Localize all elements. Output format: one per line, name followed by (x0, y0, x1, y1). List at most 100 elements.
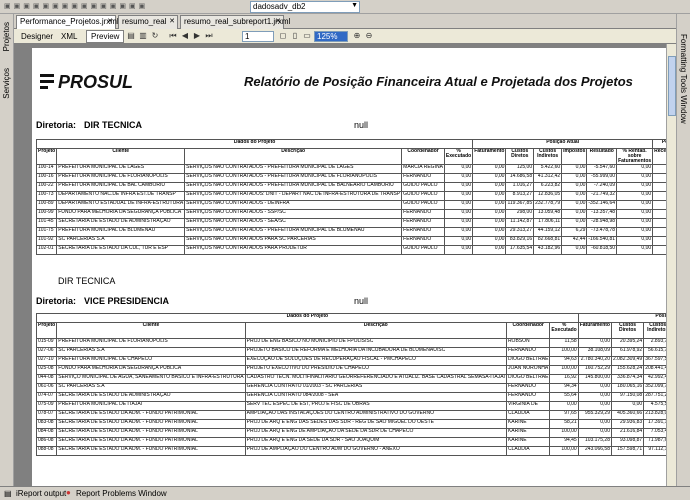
save-icon[interactable]: ▤ (126, 31, 136, 41)
formatting-tools-tab[interactable]: Formatting Tools Window (679, 34, 688, 124)
table-cell: ROBSON (505, 338, 551, 348)
scrollbar-thumb[interactable] (668, 56, 676, 116)
table-cell: 6,29 (561, 227, 588, 237)
report-problems-tab[interactable]: Report Problems Window (76, 489, 167, 498)
table-cell: SERVIÇOS NAO CONTRATADOS: DNIT - DEPART … (184, 191, 403, 201)
xml-button[interactable]: XML (56, 30, 82, 43)
table-cell: 0,00 (577, 383, 612, 393)
table-cell: AMPLIAÇÃO DAS INSTALAÇÕES DO CENTRO ADMI… (244, 410, 507, 420)
table-cell: 0,00 (472, 218, 507, 228)
vertical-scrollbar[interactable] (666, 44, 676, 486)
column-header: Cliente (56, 148, 186, 165)
table-cell: 208.441,48 (643, 365, 666, 375)
table-cell: PROJ DE ARQ E ENG DAS SEDES DAS SDR - RE… (244, 419, 507, 429)
toolbar-icons[interactable]: ▣▣▣▣▣▣▣▣▣▣▣▣▣▣▣ (4, 2, 224, 12)
table-cell: 125,00 (505, 164, 535, 174)
table-cell (652, 236, 666, 246)
datasource-combo[interactable]: dadosadv_db2 ▼ (250, 1, 360, 13)
table-cell: 0,00 (616, 182, 654, 192)
table-cell: 027-10 (35, 356, 58, 366)
table-cell (652, 164, 666, 174)
table-cell: FERNANDO (401, 173, 445, 183)
tab-resumo-real[interactable]: resumo_real ✕ (118, 15, 178, 29)
zoom-combo[interactable]: 125% (314, 31, 348, 42)
table-cell: SECRETARIA DE ESTADO DE ADMINISTRAÇÃO (56, 218, 186, 228)
table-cell: 102-01 (35, 245, 58, 255)
last-page-icon[interactable]: ⏭ (204, 31, 214, 41)
table-cell: 101-75 (35, 227, 58, 237)
table-cell: PREFEITURA MUNICIPAL DE BLUMENAU (56, 227, 186, 237)
tab-performance-projetos[interactable]: Performance_Projetos.jrxml ✕ (16, 15, 119, 29)
table-cell: 0,00 (577, 428, 612, 438)
services-panel-tab[interactable]: Serviços (2, 68, 11, 99)
table-cell: SERVIÇOS NAO CONTRATADOS - PREFEITURA MU… (184, 227, 403, 237)
next-page-icon[interactable]: ▶ (192, 31, 202, 41)
close-icon[interactable]: ✕ (169, 17, 175, 25)
column-header: Coordenador (505, 322, 551, 339)
table-cell: 100-14 (35, 164, 58, 174)
table-cell: 82.668,81 (533, 236, 563, 246)
chevron-down-icon[interactable]: ▼ (351, 2, 358, 9)
report-preview-canvas[interactable]: PROSUL Relatório de Posição Financeira A… (14, 44, 666, 486)
table-cell: FERNANDO (401, 218, 445, 228)
preview-button[interactable]: Preview (86, 30, 125, 43)
table-cell: FUNDO PARA MELHORIA DA SEGURANÇA PUBLICA (56, 209, 186, 219)
table-cell: FERNANDO (401, 236, 445, 246)
table-cell: 101-45 (35, 218, 58, 228)
datasource-value: dadosadv_db2 (253, 2, 306, 11)
output-icon: ▤ (4, 489, 12, 498)
group-header-dados: Dados do Projeto (35, 139, 474, 149)
previous-page-icon[interactable]: ◀ (180, 31, 190, 41)
table-cell: 0,00 (472, 227, 507, 237)
first-page-icon[interactable]: ⏮ (168, 31, 178, 41)
table-cell: EXECUÇÃO DE SOLUÇÕES DE RECUPERAÇÃO FISC… (244, 356, 507, 366)
table-cell: JOAN NORONHA (505, 365, 551, 375)
table-cell: 100-73 (35, 191, 58, 201)
table-cell: 0,00 (443, 200, 474, 210)
zoom-out-icon[interactable]: ⊖ (364, 31, 374, 41)
table-row: 083-08 SECRETARIA DE ESTADO DA ADM. - FUN… (35, 419, 666, 429)
table-cell: 42.992,47 (643, 374, 666, 384)
print-icon[interactable]: ▥ (138, 31, 148, 41)
table-cell: 367.597,52 (643, 356, 666, 366)
table-cell: 94,45 (549, 437, 579, 447)
diretoria-label: Diretoria: (36, 120, 77, 130)
table-cell: CLAUDIA (505, 446, 551, 456)
close-icon[interactable]: ✕ (107, 17, 113, 25)
group-header-atual: Posição Atual (577, 313, 666, 323)
projects-panel-tab[interactable]: Projetos (2, 22, 11, 51)
page-number-field[interactable]: 1 (242, 31, 274, 42)
table-cell: 243.066,58 (577, 446, 612, 456)
close-icon[interactable]: ✕ (275, 17, 281, 25)
table-cell: 55,64 (549, 392, 579, 402)
reload-icon[interactable]: ↻ (150, 31, 160, 41)
tab-label: Performance_Projetos.jrxml (20, 17, 119, 26)
column-header: Descrição (184, 148, 403, 165)
ireport-output-tab[interactable]: iReport output (16, 489, 66, 498)
table-cell: 97.112,15 (643, 446, 666, 456)
table-cell: SECRETARIA DE ESTADO DA CUL, TUR E ESP (56, 245, 186, 255)
table-cell: SERVIÇOS NAO CONTRATADOS - PREFEITURA MU… (184, 164, 403, 174)
table-cell: 100-16 (35, 173, 58, 183)
table-cell: 0,00 (561, 245, 588, 255)
fit-width-icon[interactable]: ▭ (302, 31, 312, 41)
table-cell: PROJ DE AMPLIAÇÃO DO CENTRO ADM DO GOVER… (244, 446, 507, 456)
zoom-in-icon[interactable]: ⊕ (352, 31, 362, 41)
fit-page-icon[interactable]: ▯ (290, 31, 300, 41)
table-cell: 4.575,52 (643, 401, 666, 411)
table-cell: CLAUDIA (505, 410, 551, 420)
table-cell: FERNANDO (505, 347, 551, 357)
table-cell: 21.616,84 (610, 428, 645, 438)
table-row: 101-75 PREFEITURA MUNICIPAL DE BLUMENAU SE… (35, 227, 666, 237)
designer-button[interactable]: Designer (16, 30, 58, 43)
table-cell: 0,00 (616, 173, 654, 183)
table-cell: FERNANDO (401, 227, 445, 237)
actual-size-icon[interactable]: ◻ (278, 31, 288, 41)
table-cell: 0,00 (561, 200, 588, 210)
table-cell: 0,00 (577, 419, 612, 429)
table-cell: SECRETARIA DE ESTADO DA ADM. - FUNDO PAT… (56, 419, 246, 429)
table-cell: SERVIÇOS NAO CONTRATADOS PARA SC PARCERI… (184, 236, 403, 246)
tab-resumo-real-subreport1[interactable]: resumo_real_subreport1.jrxml ✕ (180, 15, 290, 29)
table-cell: 71.987,62 (643, 437, 666, 447)
table-cell: 298,00 (505, 209, 535, 219)
